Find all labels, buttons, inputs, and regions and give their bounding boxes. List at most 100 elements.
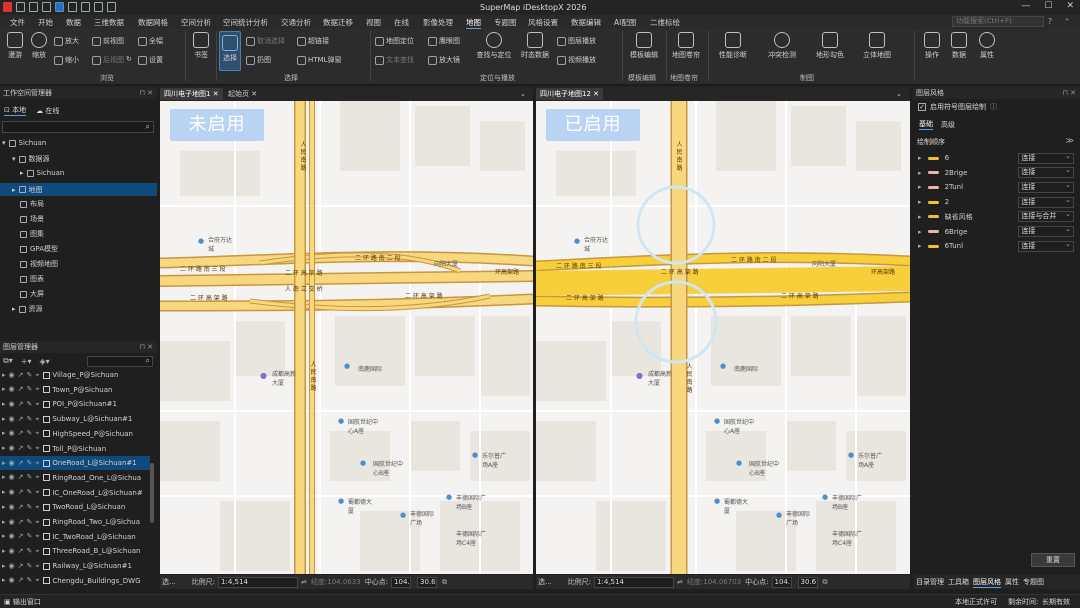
tree-item-datasource-sichuan[interactable]: ▸ Sichuan — [20, 169, 64, 177]
terrain-color-button[interactable]: 地形勾色 — [810, 32, 850, 60]
menu-3d-data[interactable]: 三维数据 — [94, 17, 124, 28]
tab-online[interactable]: ☁ 在线 — [36, 106, 59, 116]
layer-row[interactable]: ▸ ◉ ↗ ✎ ⌖ Village_P@Sichuan — [0, 368, 150, 382]
expand-icon[interactable]: ▸ — [2, 547, 6, 556]
settings-button[interactable]: 设置 — [138, 55, 163, 65]
snap-icon[interactable]: ⌖ — [35, 576, 39, 585]
property-button[interactable]: 属性 — [975, 32, 999, 60]
visible-eye-icon[interactable]: ◉ — [9, 400, 15, 409]
selectable-icon[interactable]: ↗ — [18, 473, 24, 482]
editable-icon[interactable]: ✎ — [27, 371, 33, 380]
close-button[interactable]: ✕ — [1066, 1, 1074, 11]
editable-icon[interactable]: ✎ — [27, 488, 33, 497]
selectable-icon[interactable]: ↗ — [18, 518, 24, 527]
workspace-search-input[interactable]: ⌕ — [2, 121, 154, 133]
menu-map[interactable]: 地图 — [466, 17, 481, 29]
select-button[interactable]: 选择 — [219, 31, 241, 71]
menu-data[interactable]: 数据 — [66, 17, 81, 28]
editable-icon[interactable]: ✎ — [27, 385, 33, 394]
visible-eye-icon[interactable]: ◉ — [9, 518, 15, 527]
panel-pin-icon[interactable]: ⊓ ✕ — [139, 341, 153, 353]
join-mode-select[interactable]: 连接 — [1018, 181, 1074, 193]
layer-row[interactable]: ▸ ◉ ↗ ✎ ⌖ RingRoad_One_L@Sichua — [0, 471, 150, 485]
layer-row[interactable]: ▸ ◉ ↗ ✎ ⌖ OneRoad_L@Sichuan#1 — [0, 456, 150, 471]
visible-eye-icon[interactable]: ◉ — [9, 503, 15, 512]
tab-thematic[interactable]: 专题图 — [1023, 577, 1044, 587]
help-icon[interactable]: ⓘ — [990, 102, 997, 112]
tab-toolbox[interactable]: 工具箱 — [948, 577, 969, 587]
snap-icon[interactable]: ⌖ — [35, 415, 39, 424]
snap-icon[interactable]: ⌖ — [35, 459, 39, 468]
tree-item-charts[interactable]: 图表 — [20, 274, 44, 284]
layer-scrollbar[interactable] — [150, 463, 154, 523]
full-extent-button[interactable]: 全幅 — [138, 36, 163, 46]
visible-eye-icon[interactable]: ◉ — [9, 547, 15, 556]
visible-eye-icon[interactable]: ◉ — [9, 532, 15, 541]
menu-traffic[interactable]: 交通分析 — [281, 17, 311, 28]
collapse-icon[interactable]: ≫ — [1066, 136, 1074, 145]
tab-start-page[interactable]: 起始页 ✕ — [224, 88, 261, 100]
layer-open-icon[interactable]: ⧉▾ — [3, 356, 13, 366]
layer-row[interactable]: ▸ ◉ ↗ ✎ ⌖ Subway_L@Sichuan#1 — [0, 412, 150, 426]
perf-diagnose-button[interactable]: 性能诊断 — [713, 32, 753, 60]
timeseries-button[interactable]: 时态数据 — [518, 32, 552, 60]
draw-order-row[interactable]: ▸ 缺省风格 连接与合并 — [918, 210, 1074, 224]
visible-eye-icon[interactable]: ◉ — [9, 473, 15, 482]
expand-icon[interactable]: ▸ — [918, 154, 922, 162]
tab-catalog[interactable]: 目录管理 — [916, 577, 944, 587]
tab-advanced[interactable]: 高级 — [941, 120, 955, 130]
layer-row[interactable]: ▸ ◉ ↗ ✎ ⌖ IC_OneRoad_L@Sichuan# — [0, 486, 150, 500]
layer-search-input[interactable]: ⌕ — [87, 356, 153, 367]
tree-item-maps[interactable]: ▸ 地图 — [0, 183, 157, 196]
join-mode-select[interactable]: 连接 — [1018, 240, 1074, 252]
find-locate-button[interactable]: 查找与定位 — [474, 32, 514, 60]
visible-eye-icon[interactable]: ◉ — [9, 459, 15, 468]
save-icon[interactable] — [42, 2, 51, 12]
tree-item-scenes[interactable]: 场景 — [20, 214, 44, 224]
zoom-icon[interactable] — [81, 2, 90, 12]
grid-icon[interactable] — [94, 2, 103, 12]
selectable-icon[interactable]: ↗ — [18, 459, 24, 468]
layer-row[interactable]: ▸ ◉ ↗ ✎ ⌖ Town_P@Sichuan — [0, 383, 150, 397]
menu-data-grid[interactable]: 数据网格 — [138, 17, 168, 28]
layer-row[interactable]: ▸ ◉ ↗ ✎ ⌖ Chengdu_Buildings_DWG — [0, 574, 150, 588]
editable-icon[interactable]: ✎ — [27, 547, 33, 556]
video-play-button[interactable]: 视频播放 — [557, 55, 596, 65]
editable-icon[interactable]: ✎ — [27, 473, 33, 482]
center-x-input[interactable]: 104. — [391, 576, 412, 588]
editable-icon[interactable]: ✎ — [27, 400, 33, 409]
snap-icon[interactable]: ⌖ — [35, 371, 39, 380]
visible-eye-icon[interactable]: ◉ — [9, 562, 15, 571]
magnifier-button[interactable]: 放大镜 — [428, 55, 460, 65]
conflict-check-button[interactable]: 冲突检测 — [762, 32, 802, 60]
expand-icon[interactable]: ▸ — [2, 459, 6, 468]
tab-local[interactable]: ⊡ 本地 — [4, 105, 27, 116]
close-icon[interactable]: ✕ — [593, 90, 599, 98]
layer-style-icon[interactable]: ◈▾ — [39, 357, 49, 366]
tab-list-icon[interactable]: ⌄ — [892, 88, 906, 100]
tree-item-workspace[interactable]: ▾ Sichuan — [2, 139, 46, 147]
zoom-button[interactable]: 缩放 — [28, 32, 50, 60]
pointer-icon[interactable] — [55, 2, 64, 12]
selectable-icon[interactable]: ↗ — [18, 385, 24, 394]
symbol-layer-toggle[interactable]: ✓ 启用符号图层绘制 ⓘ — [918, 102, 997, 112]
center-x-input[interactable]: 104. — [771, 576, 792, 588]
expand-icon[interactable]: ▸ — [2, 473, 6, 482]
expand-icon[interactable]: ▸ — [2, 488, 6, 497]
hyperlink-button[interactable]: 超链接 — [297, 36, 329, 46]
editable-icon[interactable]: ✎ — [27, 415, 33, 424]
editable-icon[interactable]: ✎ — [27, 532, 33, 541]
visible-eye-icon[interactable]: ◉ — [9, 385, 15, 394]
maximize-button[interactable]: ☐ — [1044, 1, 1052, 11]
menu-view[interactable]: 视图 — [366, 17, 381, 28]
draw-order-row[interactable]: ▸ 2Brige 连接 — [918, 166, 1074, 180]
menu-start[interactable]: 开始 — [38, 17, 53, 28]
tree-item-video-maps[interactable]: 视频地图 — [20, 259, 58, 269]
snap-icon[interactable]: ⌖ — [35, 400, 39, 409]
menu-ai-map[interactable]: AI配图 — [614, 17, 636, 28]
editable-icon[interactable]: ✎ — [27, 444, 33, 453]
expand-icon[interactable]: ▸ — [918, 228, 922, 236]
pan-icon[interactable] — [68, 2, 77, 12]
draw-order-row[interactable]: ▸ 6Brige 连接 — [918, 225, 1074, 239]
tree-item-resources[interactable]: ▸ 资源 — [12, 304, 43, 314]
